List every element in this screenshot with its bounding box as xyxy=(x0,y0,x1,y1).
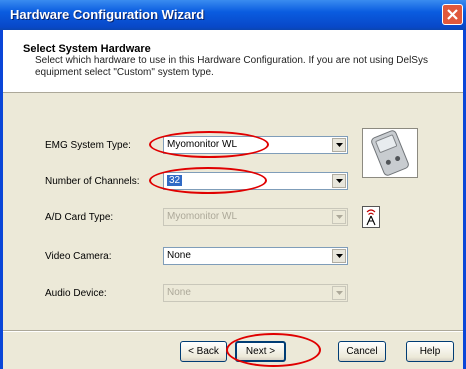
number-of-channels-select[interactable]: 32 xyxy=(163,172,348,190)
audio-device-label: Audio Device: xyxy=(45,288,107,299)
antenna-icon xyxy=(362,206,380,228)
chevron-down-icon xyxy=(336,291,343,295)
next-button[interactable]: Next > xyxy=(235,341,286,362)
emg-dropdown-button[interactable] xyxy=(332,138,346,152)
window-title: Hardware Configuration Wizard xyxy=(10,7,205,22)
audio-device-select: None xyxy=(163,284,348,302)
wizard-window: Hardware Configuration Wizard Select Sys… xyxy=(0,0,466,369)
emg-system-type-value: Myomonitor WL xyxy=(167,139,238,150)
video-dropdown-button[interactable] xyxy=(332,249,346,263)
ad-card-type-label: A/D Card Type: xyxy=(45,212,114,223)
channels-dropdown-button[interactable] xyxy=(332,174,346,188)
number-of-channels-value: 32 xyxy=(167,175,183,186)
ad-dropdown-button xyxy=(332,210,346,224)
emg-system-type-label: EMG System Type: xyxy=(45,140,131,151)
back-button[interactable]: < Back xyxy=(180,341,227,362)
wizard-header: Select System Hardware Select which hard… xyxy=(3,30,463,93)
audio-dropdown-button xyxy=(332,286,346,300)
chevron-down-icon xyxy=(336,254,343,258)
cancel-button[interactable]: Cancel xyxy=(338,341,386,362)
title-bar[interactable]: Hardware Configuration Wizard xyxy=(0,0,466,30)
help-button[interactable]: Help xyxy=(406,341,454,362)
sensor-device-icon xyxy=(371,130,409,176)
ad-card-type-value: Myomonitor WL xyxy=(167,211,238,222)
close-button[interactable] xyxy=(442,4,463,25)
page-description: Select which hardware to use in this Har… xyxy=(35,55,428,78)
myomonitor-device-image xyxy=(362,128,418,178)
emg-system-type-select[interactable]: Myomonitor WL xyxy=(163,136,348,154)
chevron-down-icon xyxy=(336,179,343,183)
chevron-down-icon xyxy=(336,215,343,219)
number-of-channels-label: Number of Channels: xyxy=(45,176,140,187)
audio-device-value: None xyxy=(167,287,191,298)
footer-separator xyxy=(3,330,463,332)
chevron-down-icon xyxy=(336,143,343,147)
video-camera-select[interactable]: None xyxy=(163,247,348,265)
close-icon xyxy=(447,9,458,20)
video-camera-value: None xyxy=(167,250,191,261)
page-heading: Select System Hardware xyxy=(23,43,151,55)
video-camera-label: Video Camera: xyxy=(45,251,112,262)
ad-card-type-select: Myomonitor WL xyxy=(163,208,348,226)
